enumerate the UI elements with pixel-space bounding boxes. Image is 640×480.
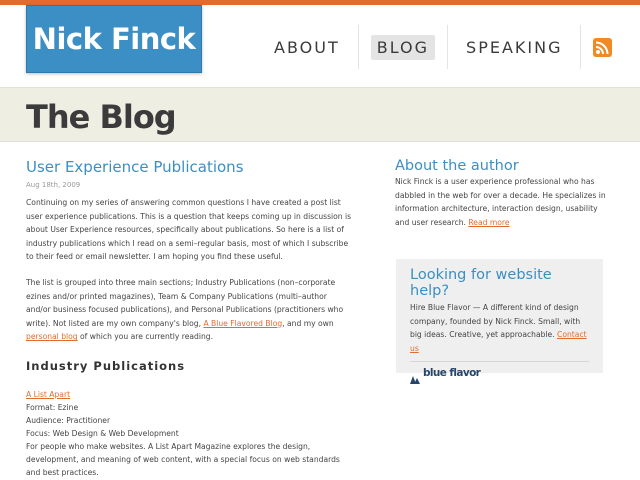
blue-flavored-blog-link[interactable]: A Blue Flavored Blog	[203, 319, 282, 328]
about-title: About the author	[395, 158, 519, 174]
main-nav: ABOUT BLOG SPEAKING	[268, 25, 613, 69]
blue-flavor-logo[interactable]: blue flavor	[410, 367, 589, 385]
publication-audience: Audience: Practitioner	[26, 415, 111, 425]
rss-icon[interactable]	[593, 37, 613, 57]
nav-blog[interactable]: BLOG	[370, 34, 436, 60]
personal-blog-link[interactable]: personal blog	[26, 332, 78, 341]
blue-flavor-mark-icon	[410, 369, 421, 385]
logo-text: Nick Finck	[32, 22, 196, 56]
promo-box: Looking for website help? Hire Blue Flav…	[396, 259, 603, 385]
blue-flavor-logo-text: blue flavor	[423, 367, 481, 380]
promo-title: Looking for website help?	[410, 267, 552, 299]
publication-link[interactable]: A List Apart	[26, 390, 70, 399]
publication-item: A List Apart Format: Ezine Audience: Pra…	[26, 388, 352, 479]
nav-divider	[447, 25, 449, 69]
page-title: The Blog	[26, 98, 177, 136]
publication-format: Format: Ezine	[26, 402, 79, 412]
publication-description: For people who make websites. A List Apa…	[26, 441, 340, 477]
site-logo[interactable]: Nick Finck	[26, 5, 202, 73]
about-text: Nick Finck is a user experience professi…	[395, 177, 606, 227]
nav-about[interactable]: ABOUT	[268, 35, 346, 60]
section-heading: Industry Publications	[26, 358, 186, 373]
post-paragraph-1: Continuing on my series of answering com…	[26, 198, 352, 262]
publication-focus: Focus: Web Design & Web Development	[26, 428, 179, 438]
promo-divider	[410, 361, 589, 363]
sidebar-about: About the author Nick Finck is a user ex…	[395, 158, 609, 229]
nav-speaking[interactable]: SPEAKING	[460, 35, 568, 60]
nav-divider	[357, 25, 359, 69]
site-header: Nick Finck ABOUT BLOG SPEAKING	[0, 5, 640, 87]
nav-divider	[580, 25, 582, 69]
read-more-link[interactable]: Read more	[468, 218, 509, 227]
page-title-band: The Blog	[0, 87, 640, 142]
post-title[interactable]: User Experience Publications	[26, 158, 352, 176]
promo-text: Hire Blue Flavor — A different kind of d…	[410, 303, 587, 353]
post-date: Aug 18th, 2009	[26, 181, 81, 189]
post-paragraph-2: The list is grouped into three main sect…	[26, 277, 344, 342]
blog-post: User Experience Publications Aug 18th, 2…	[26, 158, 352, 479]
